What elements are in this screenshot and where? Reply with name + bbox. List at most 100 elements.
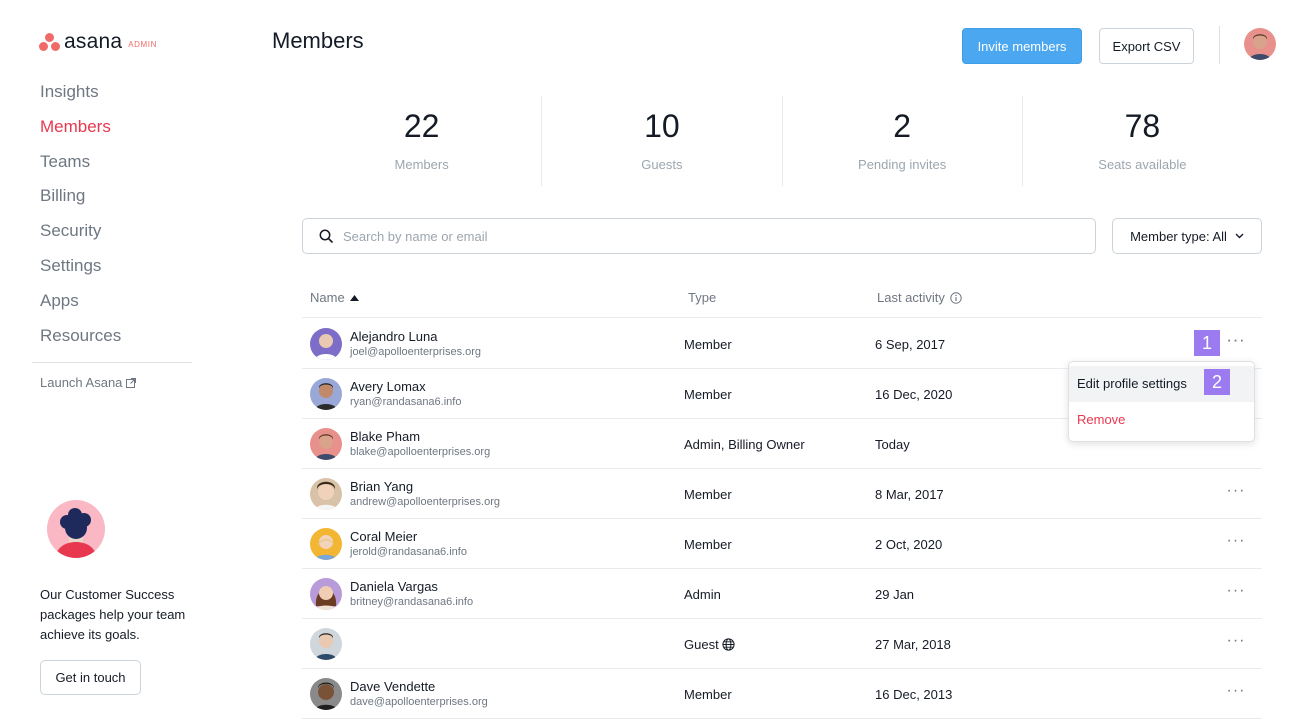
promo-text: Our Customer Success packages help your …	[40, 587, 186, 642]
last-activity: 27 Mar, 2018	[875, 637, 951, 652]
member-type: Member	[684, 337, 732, 352]
avatar	[310, 378, 342, 410]
avatar	[310, 678, 342, 710]
member-type-label: Member	[684, 337, 732, 352]
last-activity: Today	[875, 437, 910, 452]
member-email: jerold@randasana6.info	[350, 546, 467, 558]
avatar	[310, 528, 342, 560]
member-type: Member	[684, 687, 732, 702]
member-type-label: Guest	[684, 637, 719, 652]
get-in-touch-button[interactable]: Get in touch	[40, 660, 141, 695]
member-type: Admin	[684, 587, 721, 602]
column-activity-label: Last activity	[877, 290, 945, 305]
member-email: blake@apolloenterprises.org	[350, 446, 491, 458]
member-email: dave@apolloenterprises.org	[350, 696, 488, 708]
table-header: Name Type Last activity	[302, 280, 1262, 318]
more-options-icon[interactable]: ···	[1224, 631, 1248, 655]
member-email: joel@apolloenterprises.org	[350, 346, 482, 358]
column-type-header[interactable]: Type	[688, 290, 716, 305]
export-csv-button[interactable]: Export CSV	[1099, 28, 1194, 64]
table-row[interactable]: Guest 27 Mar, 2018 ···	[302, 619, 1262, 669]
more-options-icon[interactable]: ···	[1224, 681, 1248, 705]
page-title: Members	[272, 28, 364, 53]
column-type-label: Type	[688, 290, 717, 305]
member-stats: 22 Members 10 Guests 2 Pending invites 7…	[302, 96, 1262, 186]
member-email: britney@randasana6.info	[350, 596, 474, 608]
sidebar-item-billing[interactable]: Billing	[40, 184, 121, 219]
stat-pending-invites: 2 Pending invites	[783, 96, 1023, 186]
sidebar: asana ADMIN Insights Members Teams Billi…	[0, 0, 230, 728]
member-name: Coral Meier	[350, 529, 418, 544]
sidebar-item-members[interactable]: Members	[40, 115, 121, 150]
invite-members-button[interactable]: Invite members	[962, 28, 1082, 64]
sidebar-item-resources[interactable]: Resources	[40, 324, 121, 359]
launch-asana-link[interactable]: Launch Asana	[40, 375, 137, 390]
member-name: Blake Pham	[350, 429, 421, 444]
avatar	[310, 628, 342, 660]
search-box[interactable]	[302, 218, 1096, 254]
more-options-icon[interactable]: ···	[1224, 581, 1248, 605]
last-activity: 8 Mar, 2017	[875, 487, 944, 502]
user-avatar[interactable]	[1244, 28, 1276, 60]
more-options-icon[interactable]: ···	[1224, 481, 1248, 505]
remove-member-menu-item[interactable]: Remove	[1069, 402, 1254, 438]
table-row[interactable]: Coral Meier jerold@randasana6.info Membe…	[302, 519, 1262, 569]
stat-guests: 10 Guests	[542, 96, 783, 186]
sidebar-item-teams[interactable]: Teams	[40, 150, 121, 185]
member-name: Avery Lomax	[350, 379, 426, 394]
member-type: Member	[684, 487, 732, 502]
sort-ascending-icon	[349, 294, 359, 301]
more-options-icon[interactable]: ···	[1224, 331, 1248, 355]
avatar	[310, 478, 342, 510]
sidebar-divider	[32, 362, 192, 363]
search-input[interactable]	[343, 228, 1043, 244]
column-activity-header[interactable]: Last activity	[877, 290, 962, 305]
stat-seats-available: 78 Seats available	[1023, 96, 1262, 186]
sidebar-item-apps[interactable]: Apps	[40, 289, 121, 324]
last-activity: 16 Dec, 2013	[875, 687, 953, 702]
member-name: Alejandro Luna	[350, 329, 438, 344]
member-name: Daniela Vargas	[350, 579, 438, 594]
stat-label: Members	[394, 157, 449, 172]
table-row[interactable]: Daniela Vargas britney@randasana6.info A…	[302, 569, 1262, 619]
member-type-label: Admin, Billing Owner	[684, 437, 805, 452]
globe-icon	[722, 638, 735, 651]
last-activity: 2 Oct, 2020	[875, 537, 943, 552]
member-name: Brian Yang	[350, 479, 414, 494]
header-divider	[1219, 26, 1220, 64]
member-type-label: Member	[684, 537, 732, 552]
last-activity: 16 Dec, 2020	[875, 387, 953, 402]
member-email: andrew@apolloenterprises.org	[350, 496, 500, 508]
member-type-filter[interactable]: Member type: All	[1112, 218, 1262, 254]
last-activity: 6 Sep, 2017	[875, 337, 946, 352]
search-icon	[319, 229, 333, 243]
member-type-label: Member	[684, 487, 732, 502]
member-type: Member	[684, 387, 732, 402]
table-row[interactable]: Brian Yang andrew@apolloenterprises.org …	[302, 469, 1262, 519]
stat-label: Pending invites	[858, 157, 947, 172]
customer-success-illustration	[47, 500, 105, 558]
stat-value: 10	[644, 108, 680, 144]
avatar	[310, 328, 342, 360]
asana-logo[interactable]: asana ADMIN	[39, 30, 157, 54]
sidebar-item-settings[interactable]: Settings	[40, 254, 121, 289]
table-row[interactable]: Dave Vendette dave@apolloenterprises.org…	[302, 669, 1262, 719]
more-options-icon[interactable]: ···	[1224, 531, 1248, 555]
admin-badge: ADMIN	[128, 40, 157, 49]
stat-label: Guests	[641, 157, 683, 172]
member-email: ryan@randasana6.info	[350, 396, 462, 408]
stat-value: 2	[893, 108, 912, 144]
member-type-label: Member	[684, 387, 732, 402]
column-name-label: Name	[310, 290, 345, 305]
sidebar-item-security[interactable]: Security	[40, 219, 121, 254]
logo-wordmark: asana	[64, 30, 123, 53]
member-type-label: Member	[684, 687, 732, 702]
stat-members: 22 Members	[302, 96, 543, 186]
column-name-header[interactable]: Name	[310, 290, 359, 305]
step-callout-2: 2	[1204, 369, 1230, 395]
stat-value: 78	[1124, 108, 1161, 144]
stat-value: 22	[403, 108, 440, 144]
step-callout-1: 1	[1194, 330, 1220, 356]
sidebar-item-insights[interactable]: Insights	[40, 80, 121, 115]
info-icon[interactable]	[950, 291, 962, 304]
